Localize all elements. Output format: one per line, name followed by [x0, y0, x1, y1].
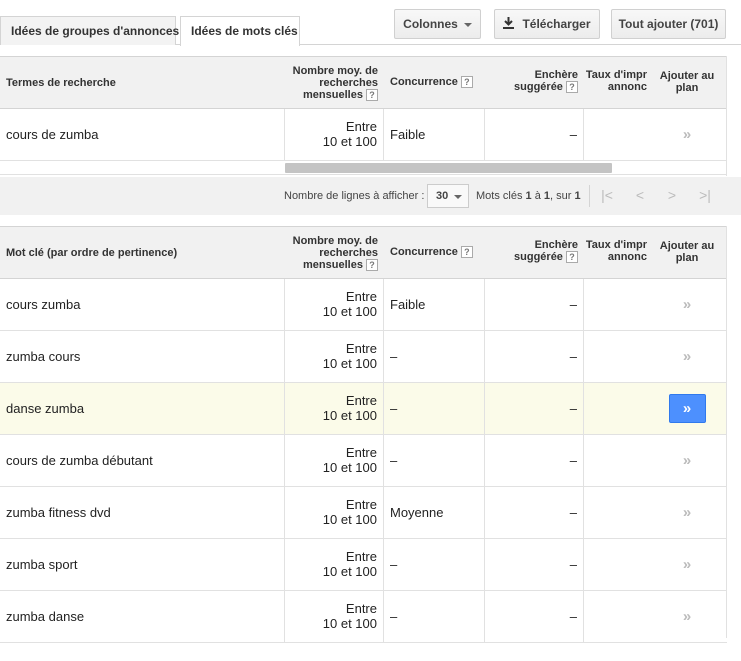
header-text: suggérée ? — [486, 251, 578, 264]
columns-button[interactable]: Colonnes — [394, 9, 481, 39]
header-text: annonc — [607, 251, 647, 263]
header-text: annonc — [607, 81, 647, 93]
search-terms-table: Termes de recherche Nombre moy. de reche… — [0, 56, 727, 175]
tab-keyword-ideas[interactable]: Idées de mots clés — [180, 16, 300, 46]
add-to-plan-cell: » — [648, 591, 726, 642]
bid-cell: – — [484, 539, 584, 590]
bid-cell: – — [484, 435, 584, 486]
help-icon[interactable]: ? — [366, 89, 378, 102]
table-row: cours de zumba Entre 10 et 100 Faible – » — [0, 109, 727, 161]
help-icon[interactable]: ? — [460, 246, 473, 259]
table-row: cours zumba Entre 10 et 100 Faible – » — [0, 279, 727, 331]
volume-cell: Entre 10 et 100 — [284, 109, 384, 160]
add-to-plan-cell: » — [648, 539, 726, 590]
table-border — [726, 226, 727, 638]
rows-per-page-label: Nombre de lignes à afficher : — [284, 190, 425, 202]
help-icon[interactable]: ? — [566, 251, 578, 264]
add-to-plan-icon[interactable]: » — [683, 608, 691, 625]
bid-cell: – — [484, 383, 584, 434]
volume-cell: Entre 10 et 100 — [284, 487, 384, 538]
table-border — [726, 56, 727, 176]
table-row: danse zumba Entre 10 et 100 – – » — [0, 383, 727, 435]
header-text: recherches — [319, 77, 378, 89]
add-to-plan-cell: » — [648, 487, 726, 538]
download-icon — [503, 11, 515, 39]
keyword-cell: zumba danse — [6, 609, 85, 624]
download-label: Télécharger — [522, 17, 591, 31]
volume-cell: Entre 10 et 100 — [284, 383, 384, 434]
table-header: Mot clé (par ordre de pertinence) Nombre… — [0, 226, 727, 279]
competition-cell: – — [390, 609, 398, 624]
download-button[interactable]: Télécharger — [494, 9, 600, 39]
next-page-icon[interactable]: > — [662, 187, 682, 203]
chevron-down-icon — [463, 22, 472, 27]
volume-cell: Entre 10 et 100 — [284, 539, 384, 590]
divider — [589, 185, 590, 207]
header-text: suggérée ? — [486, 81, 578, 94]
pagination-bar: Nombre de lignes à afficher : 30 Mots cl… — [0, 177, 741, 215]
add-to-plan-cell: » — [648, 383, 726, 434]
add-to-plan-cell: » — [648, 435, 726, 486]
tab-ad-group-ideas[interactable]: Idées de groupes d'annonces — [0, 16, 179, 45]
header-text: mensuelles ? — [284, 259, 378, 272]
help-icon[interactable]: ? — [460, 76, 473, 89]
horizontal-scrollbar[interactable] — [0, 161, 727, 175]
scrollbar-thumb[interactable] — [285, 163, 612, 173]
page-range-text: Mots clés 1 à 1, sur 1 — [476, 190, 581, 202]
add-to-plan-icon[interactable]: » — [683, 556, 691, 573]
header-text: Ajouter au — [659, 240, 715, 252]
help-icon[interactable]: ? — [366, 259, 378, 272]
header-text: Taux d'impr — [585, 239, 647, 251]
add-to-plan-icon[interactable]: » — [683, 348, 691, 365]
help-icon[interactable]: ? — [566, 81, 578, 94]
volume-cell: Entre 10 et 100 — [284, 591, 384, 642]
volume-cell: Entre 10 et 100 — [284, 331, 384, 382]
header-text: Nombre moy. de — [292, 65, 378, 77]
columns-label: Colonnes — [403, 17, 458, 31]
bid-cell: – — [484, 487, 584, 538]
header-text: Nombre moy. de — [292, 235, 378, 247]
prev-page-icon[interactable]: < — [630, 187, 650, 203]
header-text: Enchère — [534, 239, 578, 251]
header-text: Enchère — [534, 69, 578, 81]
header-text: mensuelles ? — [284, 89, 378, 102]
header-text: plan — [675, 252, 699, 264]
add-to-plan-icon[interactable]: » — [683, 296, 691, 313]
first-page-icon[interactable]: |< — [597, 187, 617, 203]
table-header: Termes de recherche Nombre moy. de reche… — [0, 56, 727, 109]
volume-cell: Entre 10 et 100 — [284, 279, 384, 330]
bid-cell: – — [484, 279, 584, 330]
header-text: Taux d'impr — [585, 69, 647, 81]
header-text: plan — [675, 82, 699, 94]
add-to-plan-icon[interactable]: » — [683, 452, 691, 469]
top-toolbar: Idées de groupes d'annonces Idées de mot… — [0, 0, 741, 56]
table-row: zumba cours Entre 10 et 100 – – » — [0, 331, 727, 383]
table-row: zumba fitness dvd Entre 10 et 100 Moyenne… — [0, 487, 727, 539]
keyword-ideas-table: Mot clé (par ordre de pertinence) Nombre… — [0, 226, 727, 643]
header-text: Ajouter au — [659, 70, 715, 82]
table-row: cours de zumba débutant Entre 10 et 100 –… — [0, 435, 727, 487]
bid-cell: – — [484, 109, 584, 160]
volume-cell: Entre 10 et 100 — [284, 435, 384, 486]
table-row: zumba sport Entre 10 et 100 – – » — [0, 539, 727, 591]
bid-cell: – — [484, 331, 584, 382]
add-to-plan-cell: » — [648, 331, 726, 382]
add-all-button[interactable]: Tout ajouter (701) — [611, 9, 726, 39]
add-to-plan-button[interactable]: » — [668, 394, 706, 423]
add-to-plan-cell: » — [648, 279, 726, 330]
chevron-down-icon — [454, 195, 462, 199]
header-text: recherches — [319, 247, 378, 259]
add-to-plan-icon[interactable]: » — [683, 126, 691, 143]
bid-cell: – — [484, 591, 584, 642]
table-row: zumba danse Entre 10 et 100 – – » — [0, 591, 727, 643]
last-page-icon[interactable]: >| — [695, 187, 715, 203]
rows-per-page-select[interactable]: 30 — [427, 184, 469, 208]
add-to-plan-icon[interactable]: » — [683, 504, 691, 521]
add-to-plan-cell: » — [648, 109, 726, 160]
